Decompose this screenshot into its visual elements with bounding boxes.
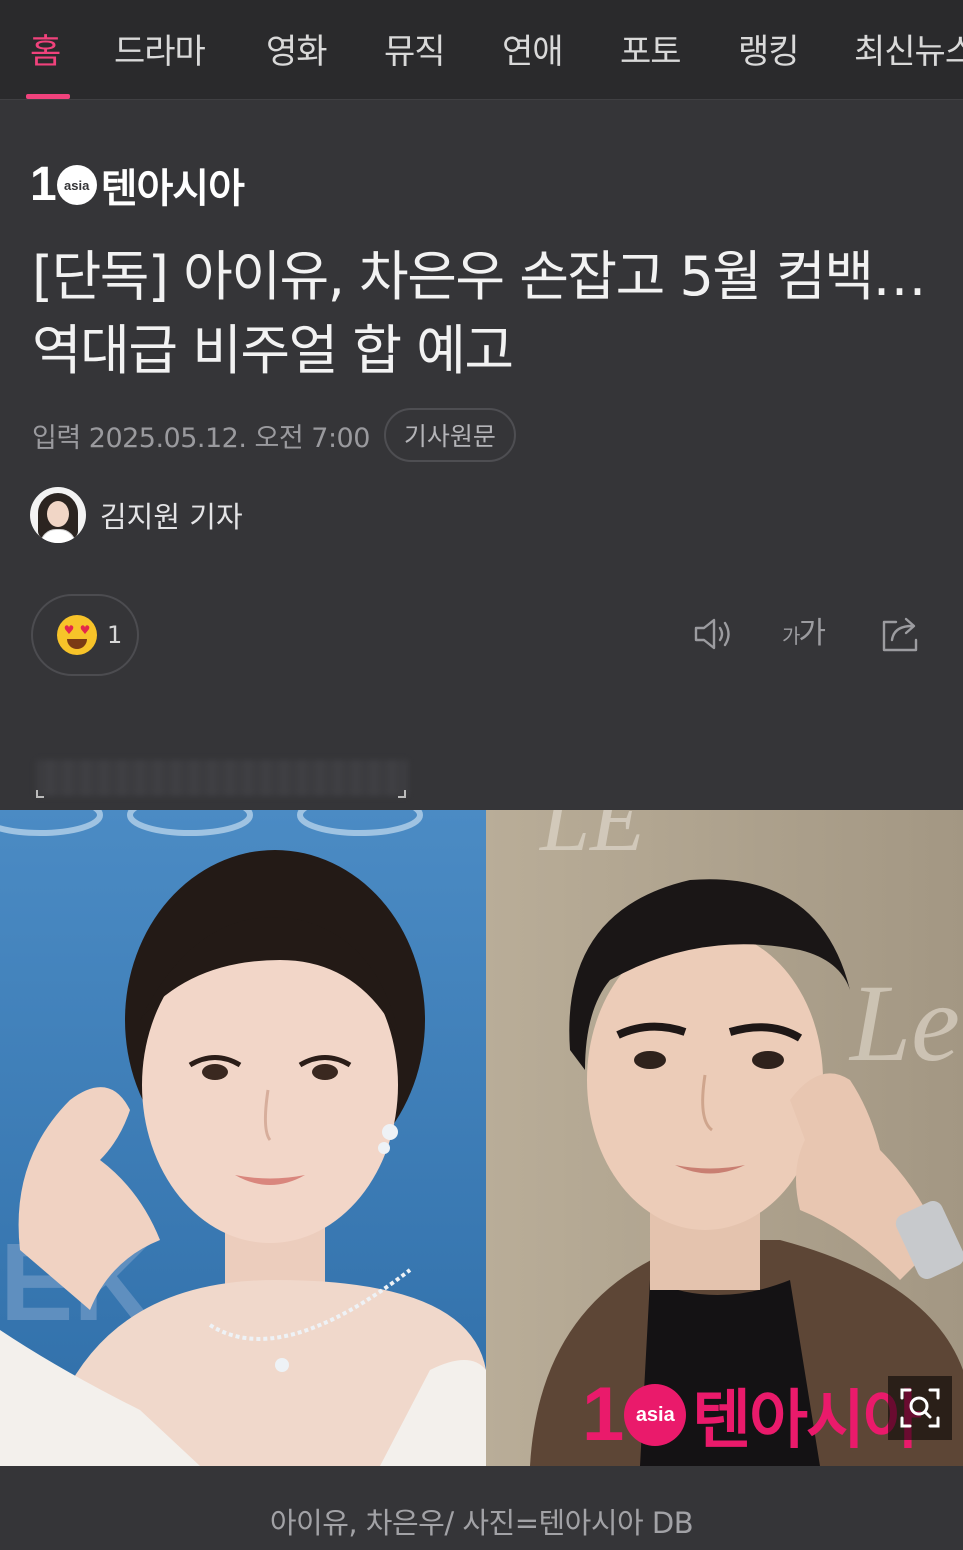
active-tab-indicator — [26, 94, 70, 99]
reaction-button[interactable]: ♥ ♥ 1 — [31, 594, 139, 676]
article-headline: [단독] 아이유, 차은우 손잡고 5월 컴백…역대급 비주얼 합 예고 — [32, 245, 927, 382]
text-size-small-label: 가 — [782, 624, 800, 648]
tab-ranking[interactable]: 랭킹 — [738, 24, 800, 72]
text-size-button[interactable]: 가가 — [782, 610, 842, 658]
tab-movie[interactable]: 영화 — [266, 24, 328, 72]
speaker-icon[interactable] — [690, 610, 738, 658]
logo-name: 텐아시아 — [100, 166, 245, 212]
watermark-name: 텐아시아 — [692, 1384, 922, 1458]
author-name: 김지원 기자 — [100, 500, 243, 534]
zoom-icon — [900, 1388, 940, 1428]
tab-photo[interactable]: 포토 — [620, 24, 682, 72]
original-article-button[interactable]: 기사원문 — [383, 408, 516, 462]
watermark-circle: asia — [624, 1384, 687, 1446]
publish-date: 입력 2025.05.12. 오전 7:00 — [32, 422, 370, 454]
photo-illustration: EK LE Le — [0, 810, 963, 1466]
tab-home[interactable]: 홈 — [30, 24, 61, 72]
article-photo[interactable]: EK LE Le — [0, 810, 963, 1466]
reaction-count: 1 — [107, 621, 123, 649]
heart-eyes-emoji-icon: ♥ ♥ — [57, 615, 97, 655]
photo-watermark: 1 asia 텐아시아 — [582, 1372, 922, 1459]
avatar — [30, 487, 86, 543]
photo-caption: 아이유, 차은우/ 사진=텐아시아 DB — [269, 1506, 694, 1540]
svg-text:Le: Le — [848, 962, 960, 1084]
tab-entertainment[interactable]: 연애 — [502, 24, 564, 72]
blurred-caption — [36, 760, 408, 796]
logo-circle: asia — [56, 165, 97, 205]
logo-mark: 1 — [30, 158, 57, 211]
tab-latest-news[interactable]: 최신뉴스 — [854, 24, 963, 72]
top-navigation: 홈 드라마 영화 뮤직 연애 포토 랭킹 최신뉴스 — [0, 0, 963, 100]
watermark-mark: 1 — [582, 1372, 625, 1457]
author-info[interactable]: 김지원 기자 — [30, 486, 243, 544]
share-icon[interactable] — [878, 610, 926, 658]
tab-music[interactable]: 뮤직 — [384, 24, 446, 72]
article-meta: 입력 2025.05.12. 오전 7:00 기사원문 — [32, 408, 516, 462]
image-zoom-button[interactable] — [888, 1376, 952, 1440]
svg-text:LE: LE — [538, 810, 645, 870]
text-size-large-label: 가 — [798, 616, 826, 651]
tab-drama[interactable]: 드라마 — [114, 24, 206, 72]
publisher-logo[interactable]: 1 asia 텐아시아 — [30, 158, 245, 213]
